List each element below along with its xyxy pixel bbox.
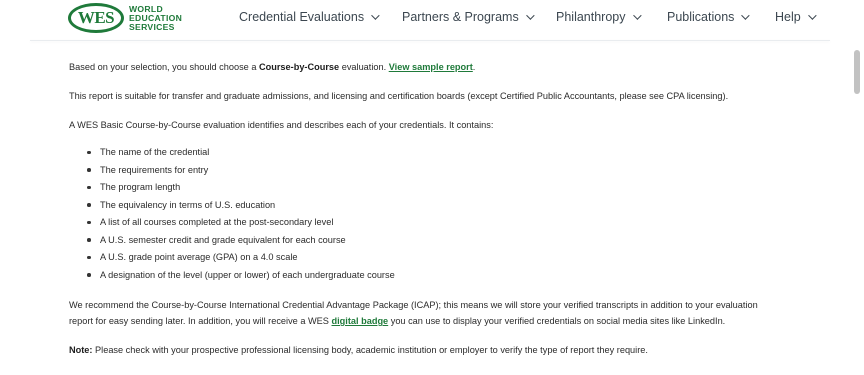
- nav-help[interactable]: Help: [775, 10, 817, 24]
- note-text: Please check with your prospective profe…: [92, 345, 648, 355]
- p1-text: Based on your selection, you should choo…: [69, 62, 259, 72]
- note-paragraph: Note: Please check with your prospective…: [69, 345, 648, 355]
- digital-badge-link[interactable]: digital badge: [332, 316, 389, 326]
- view-sample-report-link[interactable]: View sample report: [389, 62, 473, 72]
- header-divider: [30, 40, 830, 41]
- list-item: A designation of the level (upper or low…: [87, 270, 395, 288]
- icap-paragraph-line-1: We recommend the Course-by-Course Intern…: [69, 300, 758, 310]
- p4-post: you can use to display your verified cre…: [388, 316, 726, 326]
- nav-label: Publications: [667, 10, 735, 24]
- nav-label: Help: [775, 10, 801, 24]
- chevron-down-icon: [371, 11, 380, 20]
- nav-credential-evaluations[interactable]: Credential Evaluations: [239, 10, 380, 24]
- wes-logo-mark: WES: [68, 3, 124, 33]
- site-header: WES WORLD EDUCATION SERVICES Credential …: [0, 0, 864, 38]
- list-item: The program length: [87, 182, 395, 200]
- nav-label: Credential Evaluations: [239, 10, 365, 24]
- nav-philanthropy[interactable]: Philanthropy: [556, 10, 642, 24]
- p1-mid: evaluation.: [339, 62, 389, 72]
- suitability-paragraph: This report is suitable for transfer and…: [69, 91, 729, 101]
- logo-line-3: SERVICES: [129, 21, 175, 32]
- recommendation-paragraph: Based on your selection, you should choo…: [69, 62, 475, 72]
- list-item: A U.S. grade point average (GPA) on a 4.…: [87, 252, 395, 270]
- chevron-down-icon: [807, 11, 817, 20]
- nav-publications[interactable]: Publications: [667, 10, 751, 24]
- list-item: The name of the credential: [87, 147, 395, 165]
- chevron-down-icon: [741, 11, 751, 20]
- list-item: The requirements for entry: [87, 165, 395, 183]
- wes-logo[interactable]: WES WORLD EDUCATION SERVICES: [68, 2, 182, 34]
- evaluation-type: Course-by-Course: [259, 62, 340, 72]
- contents-intro-paragraph: A WES Basic Course-by-Course evaluation …: [69, 120, 494, 130]
- note-label: Note:: [69, 345, 93, 355]
- list-item: A list of all courses completed at the p…: [87, 217, 395, 235]
- page-scrollbar[interactable]: [850, 0, 864, 375]
- wes-logo-wordmark: WORLD EDUCATION SERVICES: [129, 4, 182, 32]
- scrollbar-thumb[interactable]: [854, 50, 860, 94]
- nav-label: Partners & Programs: [402, 10, 519, 24]
- icap-paragraph-line-2: report for easy sending later. In additi…: [69, 316, 725, 326]
- nav-partners-programs[interactable]: Partners & Programs: [402, 10, 535, 24]
- p1-end: .: [472, 62, 476, 72]
- list-item: The equivalency in terms of U.S. educati…: [87, 200, 395, 218]
- chevron-down-icon: [525, 11, 535, 20]
- p4-pre: report for easy sending later. In additi…: [69, 316, 332, 326]
- list-item: A U.S. semester credit and grade equival…: [87, 235, 395, 253]
- nav-label: Philanthropy: [556, 10, 626, 24]
- contents-list: The name of the credential The requireme…: [87, 147, 395, 287]
- chevron-down-icon: [632, 11, 642, 20]
